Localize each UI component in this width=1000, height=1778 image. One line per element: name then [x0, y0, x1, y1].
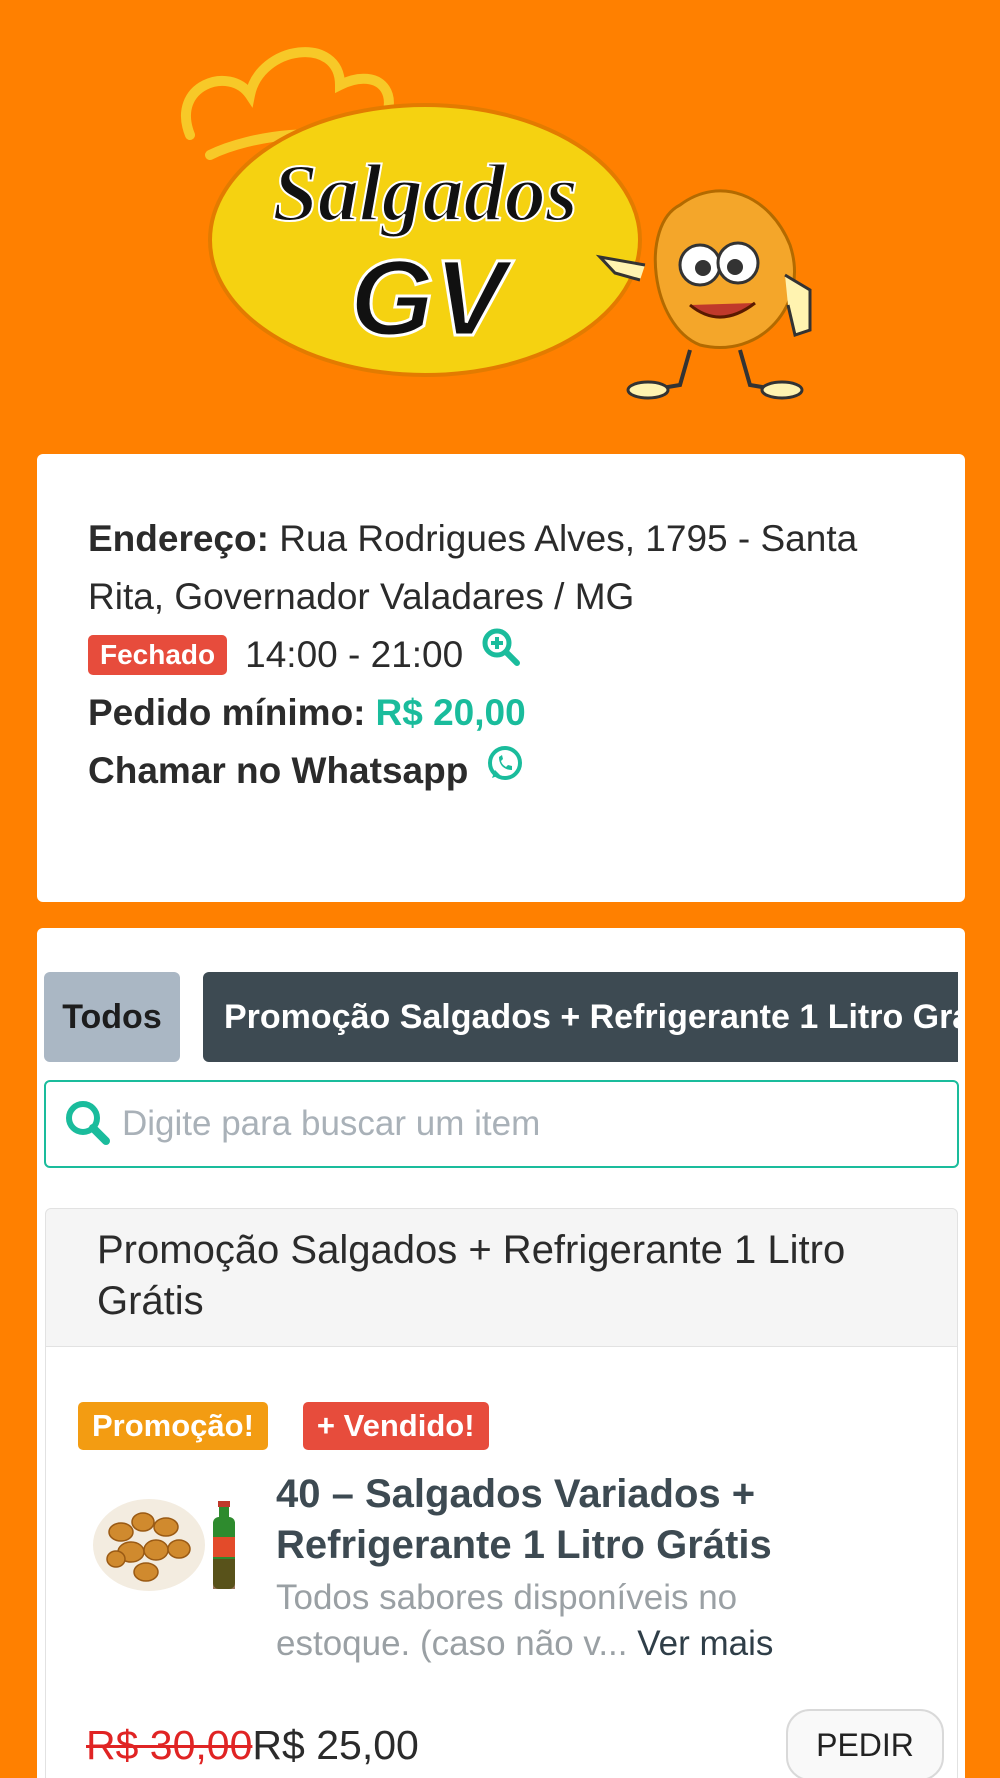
tab-promocao[interactable]: Promoção Salgados + Refrigerante 1 Litro… [203, 972, 958, 1062]
salgados-gv-logo: Salgados GV [181, 47, 812, 400]
status-badge: Fechado [88, 635, 228, 675]
promo-badge: Promoção! [78, 1402, 268, 1450]
store-info-card: Endereço: Rua Rodrigues Alves, 1795 - Sa… [37, 454, 965, 902]
category-title: Promoção Salgados + Refrigerante 1 Litro… [97, 1228, 846, 1323]
best-seller-badge: + Vendido! [302, 1402, 489, 1450]
search-icon [64, 1099, 110, 1150]
whatsapp-link[interactable]: Chamar no Whatsapp [88, 742, 915, 800]
min-order-label: Pedido mínimo: [88, 692, 366, 733]
menu-item[interactable]: Promoção! + Vendido! 40 – Salgados Varia… [45, 1347, 958, 1778]
whatsapp-label[interactable]: Chamar no Whatsapp [88, 742, 468, 800]
min-order-value: R$ 20,00 [375, 692, 526, 733]
item-price: R$ 30,00R$ 25,00 [86, 1717, 419, 1773]
store-hours-row: Fechado 14:00 - 21:00 [88, 626, 915, 684]
category-header: Promoção Salgados + Refrigerante 1 Litro… [45, 1208, 958, 1347]
search-input[interactable] [122, 1104, 902, 1144]
store-logo: Salgados GV [0, 0, 1000, 440]
store-address: Endereço: Rua Rodrigues Alves, 1795 - Sa… [88, 510, 915, 626]
address-label: Endereço: [88, 518, 269, 559]
category-tabs: Todos Promoção Salgados + Refrigerante 1… [44, 972, 958, 1062]
whatsapp-icon[interactable] [486, 742, 524, 800]
min-order-row: Pedido mínimo: R$ 20,00 [88, 684, 915, 742]
menu-card: Todos Promoção Salgados + Refrigerante 1… [37, 928, 965, 1778]
current-price: R$ 25,00 [252, 1722, 419, 1768]
order-button[interactable]: PEDIR [786, 1709, 944, 1778]
item-badges: Promoção! + Vendido! [78, 1402, 489, 1450]
item-description: Todos sabores disponíveis no estoque. (c… [276, 1575, 836, 1667]
svg-text:GV: GV [350, 237, 514, 358]
item-title[interactable]: 40 – Salgados Variados + Refrigerante 1 … [276, 1469, 836, 1571]
tab-todos[interactable]: Todos [44, 972, 180, 1062]
old-price: R$ 30,00 [86, 1722, 253, 1768]
store-hours: 14:00 - 21:00 [245, 634, 464, 675]
svg-text:Salgados: Salgados [272, 147, 577, 238]
search-box[interactable] [44, 1080, 959, 1168]
see-more-link[interactable]: Ver mais [637, 1624, 773, 1663]
item-image [91, 1487, 241, 1597]
zoom-in-icon[interactable] [481, 626, 521, 684]
